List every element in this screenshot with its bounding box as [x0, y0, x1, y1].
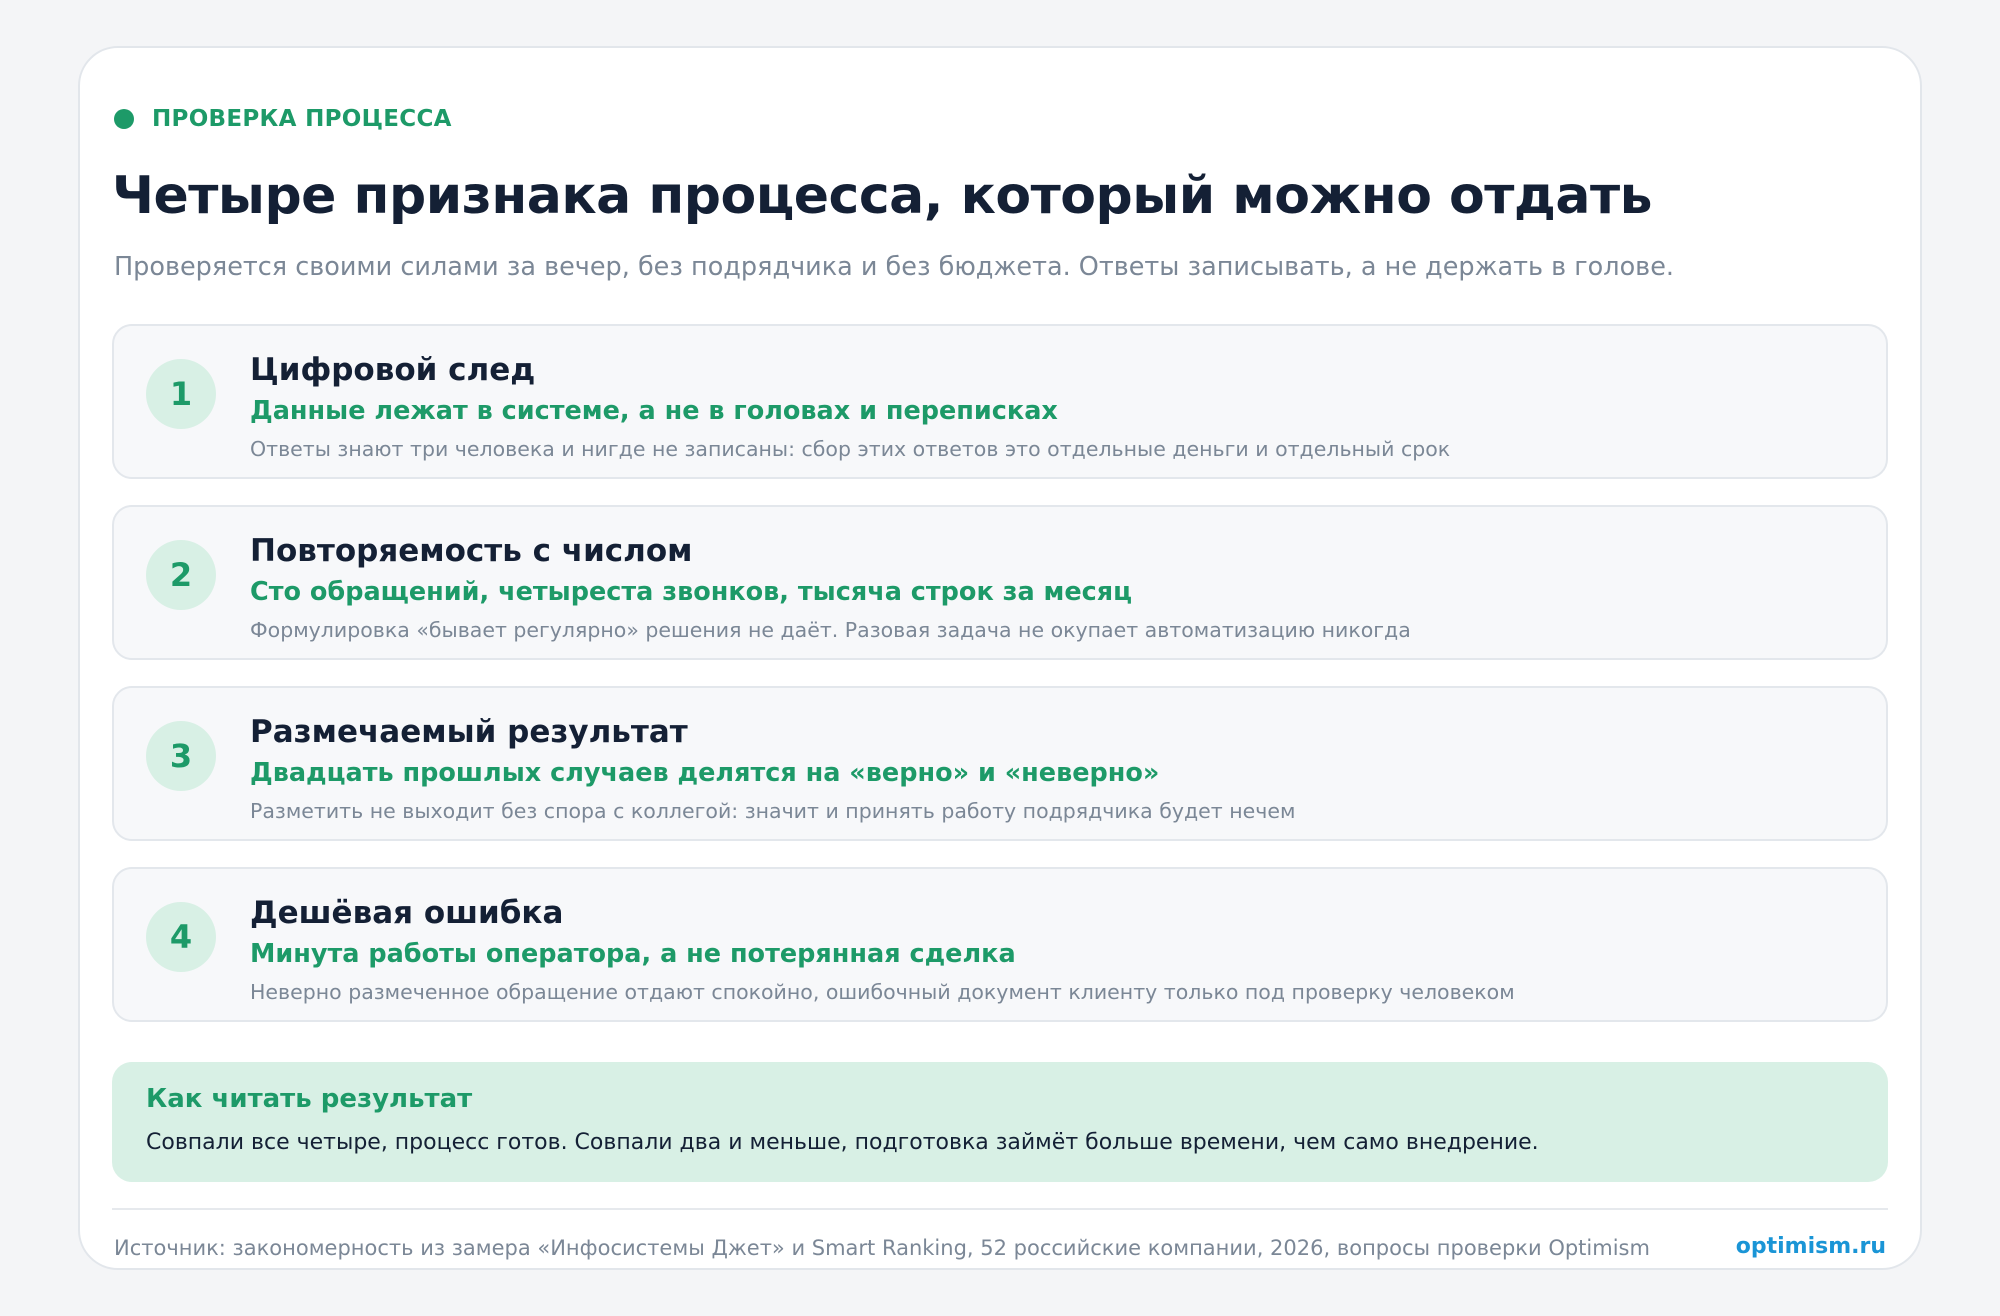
item-description: Формулировка «бывает регулярно» решения … [250, 618, 1411, 642]
item-description: Разметить не выходит без спора с коллего… [250, 799, 1296, 823]
result-callout: Как читать результат Совпали все четыре,… [112, 1062, 1888, 1182]
item-title: Дешёвая ошибка [250, 895, 564, 931]
item-description: Ответы знают три человека и нигде не зап… [250, 437, 1451, 461]
item-subtitle: Данные лежат в системе, а не в головах и… [250, 396, 1058, 426]
item-subtitle: Двадцать прошлых случаев делятся на «вер… [250, 758, 1160, 788]
checklist-card: ПРОВЕРКА ПРОЦЕССА Четыре признака процес… [78, 46, 1922, 1270]
page-title: Четыре признака процесса, который можно … [112, 166, 1653, 226]
criteria-item: 4 Дешёвая ошибка Минута работы оператора… [112, 867, 1888, 1022]
item-number-badge: 2 [146, 540, 216, 610]
item-title: Размечаемый результат [250, 714, 688, 750]
criteria-list: 1 Цифровой след Данные лежат в системе, … [112, 324, 1888, 1048]
item-number-badge: 1 [146, 359, 216, 429]
status-dot-icon [114, 109, 134, 129]
page-subtitle: Проверяется своими силами за вечер, без … [114, 252, 1675, 282]
criteria-item: 3 Размечаемый результат Двадцать прошлых… [112, 686, 1888, 841]
item-number-badge: 3 [146, 721, 216, 791]
eyebrow: ПРОВЕРКА ПРОЦЕССА [114, 106, 452, 132]
item-subtitle: Минута работы оператора, а не потерянная… [250, 939, 1016, 969]
source-note: Источник: закономерность из замера «Инфо… [114, 1236, 1650, 1260]
result-title: Как читать результат [146, 1084, 473, 1114]
footer-divider [112, 1208, 1888, 1210]
criteria-item: 1 Цифровой след Данные лежат в системе, … [112, 324, 1888, 479]
item-number-badge: 4 [146, 902, 216, 972]
item-subtitle: Сто обращений, четыреста звонков, тысяча… [250, 577, 1133, 607]
criteria-item: 2 Повторяемость с числом Сто обращений, … [112, 505, 1888, 660]
result-text: Совпали все четыре, процесс готов. Совпа… [146, 1130, 1539, 1155]
item-title: Повторяемость с числом [250, 533, 693, 569]
item-title: Цифровой след [250, 352, 536, 388]
item-description: Неверно размеченное обращение отдают спо… [250, 980, 1515, 1004]
brand-link[interactable]: optimism.ru [1736, 1234, 1886, 1259]
eyebrow-label: ПРОВЕРКА ПРОЦЕССА [152, 106, 452, 132]
